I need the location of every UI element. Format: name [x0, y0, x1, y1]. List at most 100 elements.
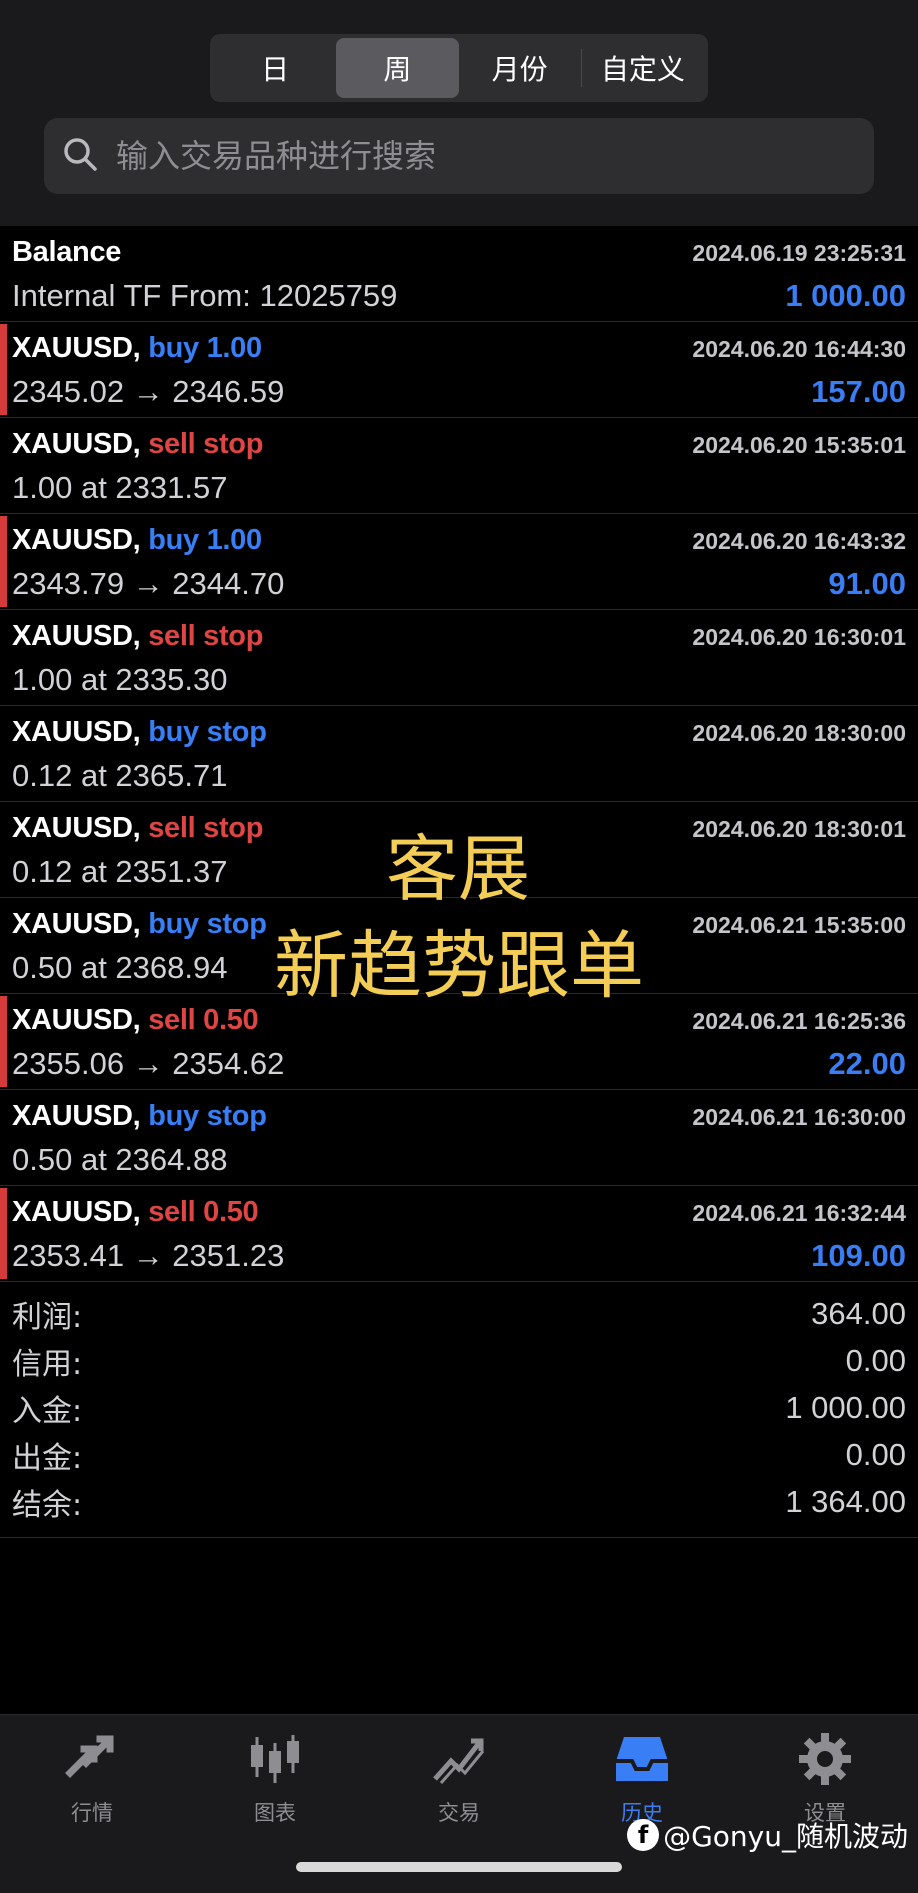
- tab-day[interactable]: 日: [214, 38, 336, 98]
- tab-custom[interactable]: 自定义: [582, 38, 704, 98]
- tab-label: 行情: [71, 1801, 113, 1825]
- summary-label: 利润:: [12, 1299, 83, 1335]
- row-time: 2024.06.21 16:30:00: [692, 1104, 906, 1130]
- row-detail: 1.00 at 2331.57: [12, 470, 228, 505]
- trade-row[interactable]: XAUUSD, buy 1.00 2024.06.20 16:44:30 2345.…: [0, 322, 918, 418]
- trade-action: buy stop: [148, 908, 267, 940]
- row-amount: 1 000.00: [785, 278, 906, 313]
- trade-symbol: XAUUSD,: [12, 620, 141, 652]
- row-amount: 157.00: [811, 374, 906, 409]
- tab-trade[interactable]: 交易: [389, 1729, 529, 1827]
- trade-action: buy stop: [148, 1100, 267, 1132]
- trade-symbol: XAUUSD,: [12, 332, 141, 364]
- row-detail: 0.12 at 2365.71: [12, 758, 228, 793]
- search-icon: [60, 134, 100, 179]
- trade-title: XAUUSD, sell 0.50: [12, 1004, 259, 1037]
- row-detail: 1.00 at 2335.30: [12, 662, 228, 697]
- balance-row[interactable]: Balance 2024.06.19 23:25:31 Internal TF …: [0, 226, 918, 322]
- trade-title: XAUUSD, buy stop: [12, 908, 267, 941]
- trade-title: XAUUSD, buy 1.00: [12, 332, 262, 365]
- summary-value: 364.00: [811, 1295, 906, 1331]
- trade-action: buy 1.00: [148, 332, 262, 364]
- tab-week[interactable]: 周: [336, 38, 459, 98]
- summary-label: 入金:: [12, 1393, 83, 1429]
- credit-text: @Gonyu_随机波动: [663, 1820, 908, 1853]
- summary-label: 结余:: [12, 1487, 83, 1523]
- tab-label: 交易: [438, 1801, 480, 1825]
- summary-section: 利润: 364.00 信用: 0.00 入金: 1 000.00 出金: 0.0…: [0, 1290, 918, 1538]
- trade-symbol: XAUUSD,: [12, 908, 141, 940]
- quotes-arrows-icon: [65, 1735, 114, 1778]
- row-amount: 109.00: [811, 1238, 906, 1273]
- balance-title: Balance: [12, 236, 122, 268]
- trade-action: sell stop: [148, 620, 264, 652]
- row-detail: 0.50 at 2364.88: [12, 1142, 228, 1177]
- row-detail: 2353.41 → 2351.23: [12, 1238, 285, 1273]
- summary-value: 1 364.00: [785, 1483, 906, 1519]
- row-detail: 2345.02 → 2346.59: [12, 374, 285, 409]
- header: 日 周 月份 自定义: [0, 0, 918, 226]
- row-detail: 0.50 at 2368.94: [12, 950, 228, 985]
- trade-row[interactable]: XAUUSD, buy stop 2024.06.21 16:30:00 0.50 …: [0, 1090, 918, 1186]
- trade-row[interactable]: XAUUSD, buy stop 2024.06.20 18:30:00 0.12 …: [0, 706, 918, 802]
- history-list: Balance 2024.06.19 23:25:31 Internal TF …: [0, 226, 918, 1282]
- trade-title: XAUUSD, buy 1.00: [12, 524, 262, 557]
- trade-title: XAUUSD, buy stop: [12, 716, 267, 749]
- tab-quotes[interactable]: 行情: [22, 1729, 162, 1827]
- tab-month[interactable]: 月份: [459, 38, 581, 98]
- trade-row[interactable]: XAUUSD, sell 0.50 2024.06.21 16:25:36 2355…: [0, 994, 918, 1090]
- trade-action: buy stop: [148, 716, 267, 748]
- trade-row[interactable]: XAUUSD, sell stop 2024.06.20 18:30:01 0.12…: [0, 802, 918, 898]
- row-time: 2024.06.19 23:25:31: [692, 240, 906, 266]
- trade-title: XAUUSD, buy stop: [12, 1100, 267, 1133]
- trade-row[interactable]: XAUUSD, sell stop 2024.06.20 16:30:01 1.00…: [0, 610, 918, 706]
- tab-history[interactable]: 历史: [572, 1729, 712, 1827]
- summary-credit: 信用: 0.00: [0, 1337, 918, 1384]
- row-detail: Internal TF From: 12025759: [12, 278, 398, 313]
- trade-action: buy 1.00: [148, 524, 262, 556]
- trade-title: XAUUSD, sell 0.50: [12, 1196, 259, 1229]
- summary-profit: 利润: 364.00: [0, 1290, 918, 1337]
- tab-settings[interactable]: 设置: [755, 1729, 895, 1827]
- row-detail: 0.12 at 2351.37: [12, 854, 228, 889]
- row-time: 2024.06.20 18:30:01: [692, 816, 906, 842]
- summary-deposit: 入金: 1 000.00: [0, 1384, 918, 1431]
- trade-symbol: XAUUSD,: [12, 1100, 141, 1132]
- trade-symbol: XAUUSD,: [12, 716, 141, 748]
- row-time: 2024.06.20 16:30:01: [692, 624, 906, 650]
- trade-symbol: XAUUSD,: [12, 1196, 141, 1228]
- summary-withdrawal: 出金: 0.00: [0, 1431, 918, 1478]
- tab-label: 图表: [254, 1801, 296, 1825]
- trade-title: XAUUSD, sell stop: [12, 620, 263, 653]
- row-amount: 91.00: [828, 566, 906, 601]
- credit-watermark: f @Gonyu_随机波动: [627, 1815, 908, 1855]
- summary-label: 信用:: [12, 1346, 83, 1382]
- trade-title: XAUUSD, sell stop: [12, 812, 263, 845]
- row-time: 2024.06.20 16:44:30: [692, 336, 906, 362]
- history-inbox-icon: [616, 1737, 668, 1781]
- search-input[interactable]: [116, 137, 856, 175]
- row-time: 2024.06.20 15:35:01: [692, 432, 906, 458]
- tab-chart[interactable]: 图表: [205, 1729, 345, 1827]
- summary-label: 出金:: [12, 1440, 83, 1476]
- period-segmented-control: 日 周 月份 自定义: [210, 34, 708, 102]
- trade-symbol: XAUUSD,: [12, 524, 141, 556]
- row-time: 2024.06.20 16:43:32: [692, 528, 906, 554]
- trade-row[interactable]: XAUUSD, sell 0.50 2024.06.21 16:32:44 2353…: [0, 1186, 918, 1282]
- trade-row[interactable]: XAUUSD, buy 1.00 2024.06.20 16:43:32 2343.…: [0, 514, 918, 610]
- trade-row[interactable]: XAUUSD, sell stop 2024.06.20 15:35:01 1.00…: [0, 418, 918, 514]
- row-detail: 2343.79 → 2344.70: [12, 566, 285, 601]
- trade-action: sell 0.50: [148, 1004, 259, 1036]
- summary-value: 0.00: [845, 1342, 906, 1378]
- row-time: 2024.06.21 16:32:44: [692, 1200, 906, 1226]
- trade-row[interactable]: XAUUSD, buy stop 2024.06.21 15:35:00 0.50 …: [0, 898, 918, 994]
- summary-value: 0.00: [845, 1436, 906, 1472]
- row-time: 2024.06.21 15:35:00: [692, 912, 906, 938]
- summary-value: 1 000.00: [785, 1389, 906, 1425]
- trade-action: sell 0.50: [148, 1196, 259, 1228]
- summary-balance: 结余: 1 364.00: [0, 1478, 918, 1525]
- trade-symbol: XAUUSD,: [12, 1004, 141, 1036]
- trade-title: XAUUSD, sell stop: [12, 428, 263, 461]
- row-time: 2024.06.21 16:25:36: [692, 1008, 906, 1034]
- search-bar[interactable]: [44, 118, 874, 194]
